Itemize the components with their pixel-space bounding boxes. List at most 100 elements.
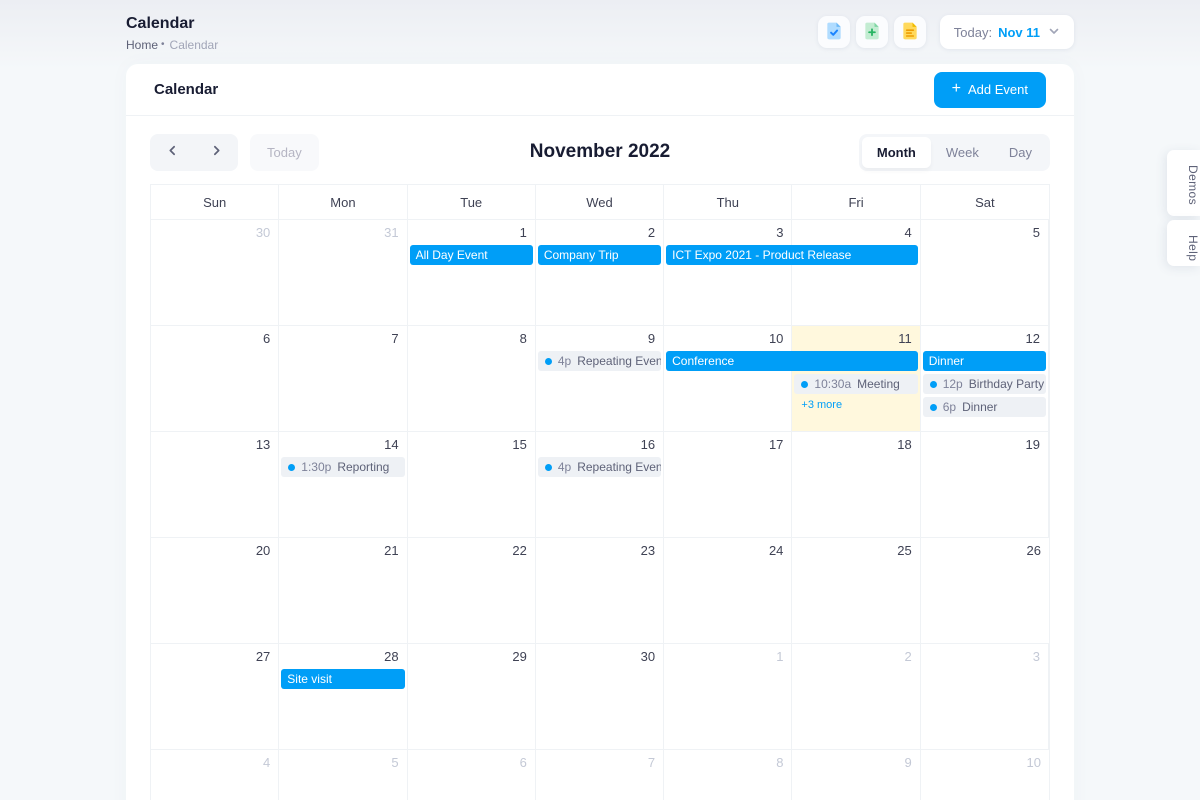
- calendar-event[interactable]: All Day Event: [410, 245, 533, 265]
- calendar-day-cell[interactable]: 10: [921, 750, 1049, 800]
- calendar-day-cell[interactable]: 9: [792, 750, 920, 800]
- day-number: 6: [151, 326, 278, 346]
- calendar-day-cell[interactable]: 23: [536, 538, 664, 644]
- calendar-event[interactable]: Company Trip: [538, 245, 661, 265]
- calendar-day-cell[interactable]: 21: [279, 538, 407, 644]
- calendar-day-cell[interactable]: 8: [664, 750, 792, 800]
- calendar-day-cell[interactable]: 30: [536, 644, 664, 750]
- file-check-button[interactable]: [818, 16, 850, 48]
- calendar-day-cell[interactable]: 6: [151, 326, 279, 432]
- calendar-day-cell[interactable]: 4: [792, 220, 920, 326]
- calendar-day-cell[interactable]: 4: [151, 750, 279, 800]
- day-number: 19: [921, 432, 1048, 452]
- file-lines-button[interactable]: [894, 16, 926, 48]
- event-title: Birthday Party: [969, 377, 1044, 391]
- page-title: Calendar: [126, 15, 218, 33]
- calendar-day-cell[interactable]: 28: [279, 644, 407, 750]
- day-headers-row: SunMonTueWedThuFriSat: [151, 185, 1049, 220]
- side-tab-help[interactable]: Help: [1167, 220, 1200, 266]
- day-number: 26: [921, 538, 1049, 558]
- calendar-day-cell[interactable]: 3: [664, 220, 792, 326]
- calendar-event[interactable]: 1:30pReporting: [281, 457, 404, 477]
- calendar-day-cell[interactable]: 7: [279, 326, 407, 432]
- day-number: 13: [151, 432, 278, 452]
- calendar-day-cell[interactable]: 27: [151, 644, 279, 750]
- calendar-event[interactable]: 4pRepeating Event: [538, 457, 661, 477]
- prev-month-button[interactable]: [150, 134, 194, 171]
- calendar-day-cell[interactable]: 9: [536, 326, 664, 432]
- calendar-event[interactable]: ICT Expo 2021 - Product Release: [666, 245, 918, 265]
- today-dropdown-label: Today:: [954, 25, 992, 40]
- calendar-event[interactable]: 10:30aMeeting: [794, 374, 917, 394]
- calendar-day-cell[interactable]: 13: [151, 432, 279, 538]
- next-month-button[interactable]: [194, 134, 238, 171]
- calendar-card: Calendar + Add Event Today November 2022…: [126, 64, 1074, 800]
- day-number: 30: [536, 644, 663, 664]
- calendar-day-cell[interactable]: 31: [279, 220, 407, 326]
- calendar-event[interactable]: Site visit: [281, 669, 404, 689]
- day-number: 29: [408, 644, 535, 664]
- calendar-day-cell[interactable]: 10: [664, 326, 792, 432]
- calendar-event[interactable]: Conference: [666, 351, 918, 371]
- view-button-week[interactable]: Week: [931, 137, 994, 168]
- day-number: 27: [151, 644, 278, 664]
- day-number: 10: [664, 326, 791, 346]
- calendar-day-cell[interactable]: 26: [921, 538, 1049, 644]
- calendar-day-cell[interactable]: 22: [408, 538, 536, 644]
- calendar-day-cell[interactable]: 3: [921, 644, 1049, 750]
- calendar-day-cell[interactable]: 8: [408, 326, 536, 432]
- event-title: Meeting: [857, 377, 900, 391]
- add-event-button[interactable]: + Add Event: [934, 72, 1046, 108]
- breadcrumb-home-link[interactable]: Home: [126, 38, 158, 52]
- calendar-day-cell[interactable]: 1: [408, 220, 536, 326]
- calendar-day-cell[interactable]: 20: [151, 538, 279, 644]
- calendar-day-cell[interactable]: 2: [536, 220, 664, 326]
- day-number: 3: [921, 644, 1048, 664]
- calendar-week-row: 13141516171819 1:30pReporting 4pRepeating …: [151, 432, 1049, 538]
- calendar-day-cell[interactable]: 25: [792, 538, 920, 644]
- day-number: 16: [536, 432, 663, 452]
- calendar-day-cell[interactable]: 2: [792, 644, 920, 750]
- today-date-dropdown[interactable]: Today: Nov 11: [940, 15, 1074, 49]
- side-tab-demos[interactable]: Demos: [1167, 150, 1200, 216]
- event-time: 1:30p: [301, 460, 331, 474]
- file-check-icon: [824, 21, 844, 44]
- day-number: 3: [664, 220, 791, 240]
- calendar-event[interactable]: Dinner: [923, 351, 1046, 371]
- day-number: 5: [279, 750, 406, 770]
- day-number: 28: [279, 644, 406, 664]
- event-dot-icon: [545, 464, 552, 471]
- calendar-event[interactable]: 12p Birthday Party: [923, 374, 1046, 394]
- calendar-day-cell[interactable]: 14: [279, 432, 407, 538]
- event-title: Dinner: [962, 400, 997, 414]
- calendar-day-cell[interactable]: 16: [536, 432, 664, 538]
- day-number: 20: [151, 538, 278, 558]
- card-title: Calendar: [154, 81, 218, 98]
- breadcrumb-separator: •: [161, 39, 165, 50]
- calendar-day-cell[interactable]: 24: [664, 538, 792, 644]
- view-button-month[interactable]: Month: [862, 137, 931, 168]
- today-dropdown-value: Nov 11: [998, 25, 1040, 40]
- day-number: 10: [921, 750, 1049, 770]
- card-header: Calendar + Add Event: [126, 64, 1074, 116]
- more-events-link[interactable]: +3 more: [794, 397, 849, 413]
- calendar-day-cell[interactable]: 5: [921, 220, 1049, 326]
- file-plus-button[interactable]: [856, 16, 888, 48]
- calendar-day-cell[interactable]: 6: [408, 750, 536, 800]
- calendar-event[interactable]: 6pDinner: [923, 397, 1046, 417]
- calendar-day-cell[interactable]: 19: [921, 432, 1049, 538]
- event-time: 12p: [943, 377, 963, 391]
- calendar-day-cell[interactable]: 5: [279, 750, 407, 800]
- calendar-day-cell[interactable]: 1: [664, 644, 792, 750]
- calendar-day-cell[interactable]: 15: [408, 432, 536, 538]
- calendar-day-cell[interactable]: 30: [151, 220, 279, 326]
- calendar-day-cell[interactable]: 18: [792, 432, 920, 538]
- view-button-day[interactable]: Day: [994, 137, 1047, 168]
- calendar-day-cell[interactable]: 7: [536, 750, 664, 800]
- calendar-event[interactable]: 4pRepeating Event: [538, 351, 661, 371]
- day-number: 17: [664, 432, 791, 452]
- calendar-day-cell[interactable]: 29: [408, 644, 536, 750]
- calendar-day-cell[interactable]: 17: [664, 432, 792, 538]
- calendar-today-button[interactable]: Today: [250, 134, 319, 171]
- day-number: 2: [536, 220, 663, 240]
